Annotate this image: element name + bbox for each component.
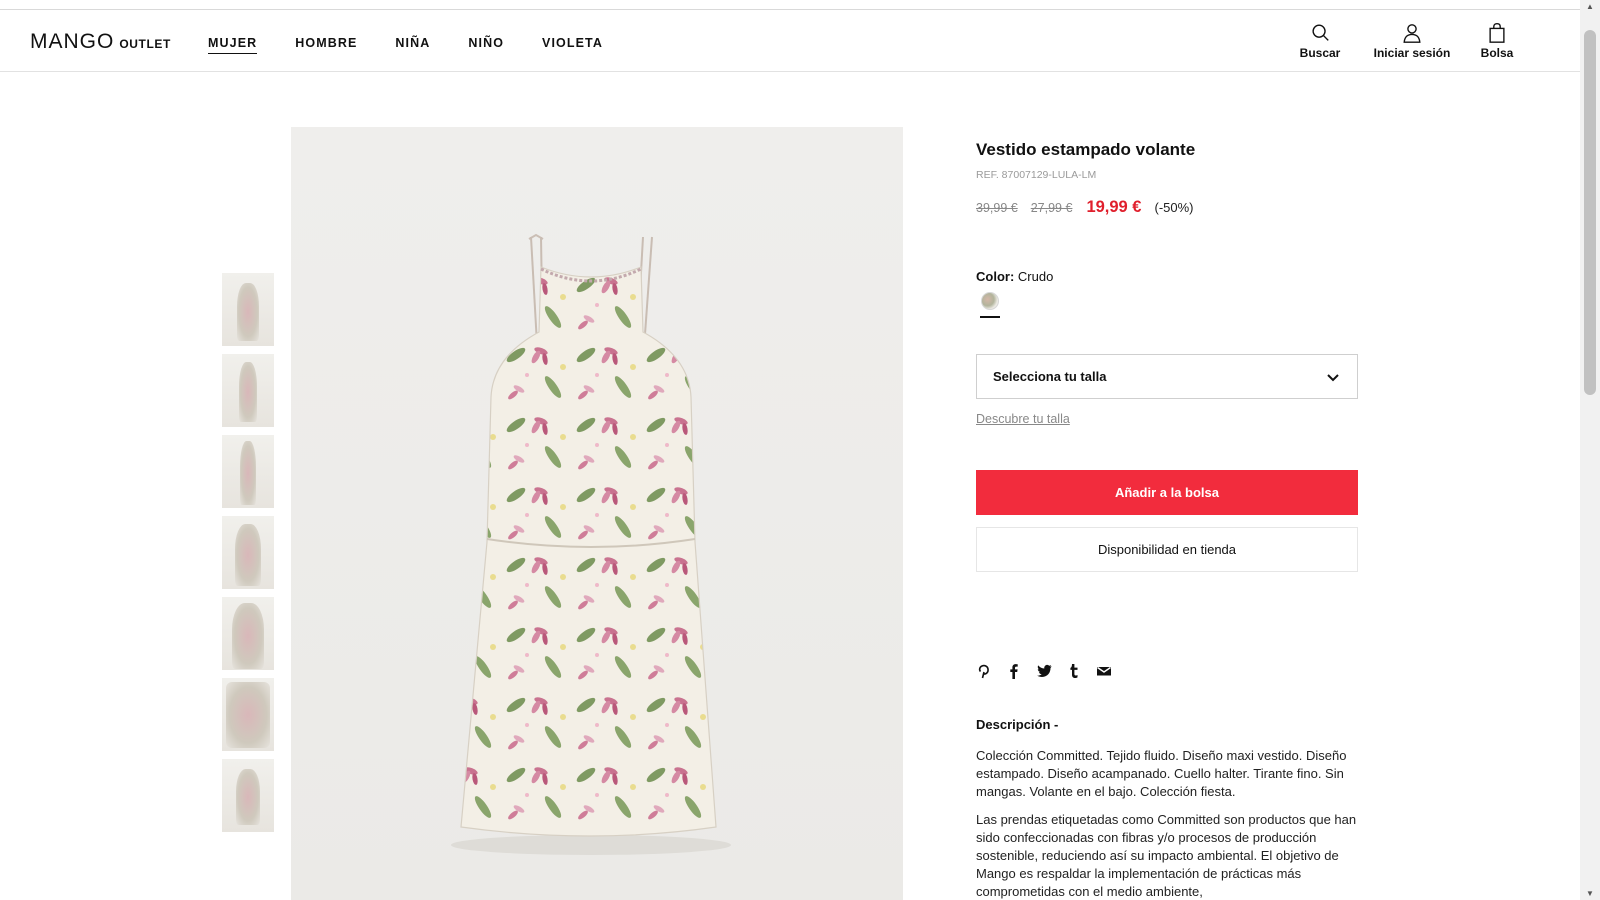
nav-item-mujer[interactable]: MUJER: [208, 36, 258, 54]
thumbnail-gallery: [222, 273, 274, 840]
nav-item-nina[interactable]: NIÑA: [395, 36, 430, 54]
size-placeholder: Selecciona tu talla: [993, 369, 1107, 384]
color-selector: Color: Crudo: [976, 269, 1358, 318]
color-value: Crudo: [1017, 269, 1054, 284]
page-scrollbar[interactable]: ▲ ▼: [1580, 0, 1600, 900]
chevron-down-icon: [1327, 373, 1339, 381]
bag-label: Bolsa: [1480, 46, 1514, 60]
login-label: Iniciar sesión: [1373, 46, 1451, 60]
product-info: Vestido estampado volante REF. 87007129-…: [976, 140, 1358, 572]
scroll-down-arrow-icon[interactable]: ▼: [1586, 889, 1594, 898]
thumbnail-4[interactable]: [222, 516, 274, 589]
header-actions: Buscar Iniciar sesión Bolsa: [1296, 22, 1521, 60]
price-original: 39,99 €: [976, 201, 1018, 215]
description-paragraph-1: Colección Committed. Tejido fluido. Dise…: [976, 748, 1347, 799]
color-label: Color:: [976, 269, 1015, 284]
product-title: Vestido estampado volante: [976, 140, 1196, 159]
scrollbar-thumb[interactable]: [1584, 30, 1596, 395]
share-bar: [976, 663, 1112, 679]
scroll-up-arrow-icon[interactable]: ▲: [1586, 2, 1594, 11]
logo-subtext: OUTLET: [119, 37, 171, 51]
pinterest-icon[interactable]: [976, 663, 992, 679]
price-row: 39,99 € 27,99 € 19,99 € (-50%): [976, 198, 1358, 217]
nav-item-violeta[interactable]: VIOLETA: [542, 36, 603, 54]
thumbnail-3[interactable]: [222, 435, 274, 508]
search-label: Buscar: [1299, 46, 1341, 60]
thumbnail-5[interactable]: [222, 597, 274, 670]
facebook-icon[interactable]: [1006, 663, 1022, 679]
discount-badge: (-50%): [1154, 200, 1194, 215]
thumbnail-2[interactable]: [222, 354, 274, 427]
price-current: 19,99 €: [1086, 198, 1142, 216]
bag-icon: [1489, 22, 1505, 43]
login-button[interactable]: Iniciar sesión: [1362, 22, 1462, 60]
tumblr-icon[interactable]: [1066, 663, 1082, 679]
main-nav: MUJER HOMBRE NIÑA NIÑO VIOLETA: [208, 36, 603, 54]
user-icon: [1403, 24, 1421, 43]
twitter-icon[interactable]: [1036, 663, 1052, 679]
thumbnail-1[interactable]: [222, 273, 274, 346]
search-button[interactable]: Buscar: [1296, 22, 1344, 60]
search-icon: [1312, 24, 1329, 41]
add-to-bag-button[interactable]: Añadir a la bolsa: [976, 470, 1358, 515]
store-availability-button[interactable]: Disponibilidad en tienda: [976, 527, 1358, 572]
nav-item-nino[interactable]: NIÑO: [468, 36, 504, 54]
dress-illustration: [451, 233, 731, 855]
logo-text: MANGO: [30, 30, 115, 53]
size-guide-link[interactable]: Descubre tu talla: [976, 412, 1070, 426]
size-dropdown[interactable]: Selecciona tu talla: [976, 354, 1358, 399]
thumbnail-6[interactable]: [222, 678, 274, 751]
price-previous: 27,99 €: [1030, 201, 1073, 215]
thumbnail-7[interactable]: [222, 759, 274, 832]
site-header: MANGO OUTLET MUJER HOMBRE NIÑA NIÑO VIOL…: [0, 10, 1580, 72]
color-swatch-crudo[interactable]: [981, 292, 999, 310]
bag-button[interactable]: Bolsa: [1473, 22, 1521, 60]
nav-item-hombre[interactable]: HOMBRE: [295, 36, 357, 54]
browser-top-edge: [0, 0, 1580, 10]
description-title[interactable]: Descripción -: [976, 717, 1358, 732]
description-paragraph-2: Las prendas etiquetadas como Committed s…: [976, 812, 1357, 899]
main-product-image[interactable]: [291, 127, 903, 900]
product-ref: REF. 87007129-LULA-LM: [976, 169, 1097, 181]
product-description: Descripción - Colección Committed. Tejid…: [976, 717, 1358, 900]
swatch-selected-indicator: [980, 316, 1000, 318]
mail-icon[interactable]: [1096, 663, 1112, 679]
mango-outlet-logo[interactable]: MANGO OUTLET: [30, 30, 171, 54]
